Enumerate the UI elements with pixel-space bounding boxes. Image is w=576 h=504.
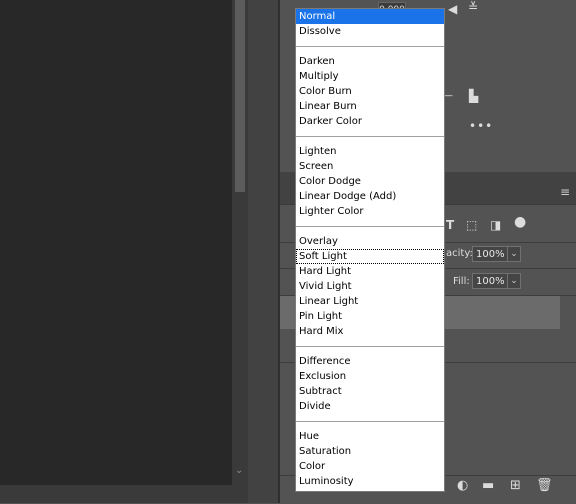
blend-mode-option[interactable]: Soft Light [296,249,444,264]
document-canvas[interactable] [0,0,232,485]
scroll-down-arrow-icon[interactable]: ⌄ [235,466,243,476]
blend-mode-option[interactable]: Darken [296,54,444,69]
filter-toggle-icon[interactable]: ● [514,215,526,229]
blend-mode-option[interactable]: Screen [296,159,444,174]
blend-mode-option[interactable]: Multiply [296,69,444,84]
canvas-vertical-scrollbar[interactable]: ⌄ [232,0,248,485]
fill-label: Fill: [453,276,470,287]
blend-mode-option[interactable]: Linear Dodge (Add) [296,189,444,204]
filter-type-icon[interactable]: T [446,219,454,231]
scrollbar-thumb[interactable] [235,0,245,192]
panel-gutter [248,0,278,503]
opacity-input[interactable]: 100% [472,246,508,262]
blend-mode-separator [296,219,444,234]
blend-mode-option[interactable]: Exclusion [296,369,444,384]
new-layer-icon[interactable]: ⊞ [510,479,521,492]
distribute-vertical-icon[interactable]: ≚ [468,1,478,13]
blend-mode-separator [296,339,444,354]
blend-mode-option[interactable]: Pin Light [296,309,444,324]
opacity-chevron-icon[interactable]: ⌄ [507,246,521,262]
blend-mode-option[interactable]: Lighten [296,144,444,159]
blend-mode-option[interactable]: Saturation [296,444,444,459]
blend-mode-option[interactable]: Divide [296,399,444,414]
align-left-icon[interactable]: ◀ [448,3,457,15]
opacity-label: acity: [446,248,473,259]
blend-mode-option[interactable]: Dissolve [296,24,444,39]
delete-layer-icon[interactable]: 🗑 [536,479,553,492]
blend-mode-option[interactable]: Color Burn [296,84,444,99]
adjustment-layer-icon[interactable]: ◐ [457,479,468,492]
blend-mode-option[interactable]: Overlay [296,234,444,249]
blend-mode-option[interactable]: Vivid Light [296,279,444,294]
blend-mode-option[interactable]: Luminosity [296,474,444,489]
filter-smart-object-icon[interactable]: ◨ [490,219,501,231]
more-options-icon[interactable]: ••• [469,120,493,132]
filter-shape-icon[interactable]: ⬚ [466,219,477,231]
fill-input[interactable]: 100% [472,273,508,289]
blend-mode-option[interactable]: Subtract [296,384,444,399]
align-bottom-icon[interactable]: ▙ [469,90,478,102]
blend-mode-option[interactable]: Linear Burn [296,99,444,114]
blend-mode-option[interactable]: Difference [296,354,444,369]
blend-mode-separator [296,39,444,54]
fill-chevron-icon[interactable]: ⌄ [507,273,521,289]
blend-mode-option[interactable]: Color [296,459,444,474]
blend-mode-option[interactable]: Normal [296,9,444,24]
blend-mode-option[interactable]: Lighter Color [296,204,444,219]
blend-mode-option[interactable]: Darker Color [296,114,444,129]
panel-menu-icon[interactable]: ≡ [560,186,572,198]
blend-mode-separator [296,414,444,429]
new-group-folder-icon[interactable]: ▬ [482,479,494,492]
canvas-bottom-strip [0,485,248,503]
blend-mode-separator [296,129,444,144]
blend-mode-option[interactable]: Hard Mix [296,324,444,339]
blend-mode-dropdown[interactable]: Normal Dissolve Darken Multiply Color Burn Li… [295,8,445,492]
blend-mode-option[interactable]: Color Dodge [296,174,444,189]
blend-mode-option[interactable]: Hue [296,429,444,444]
blend-mode-option[interactable]: Hard Light [296,264,444,279]
blend-mode-option[interactable]: Linear Light [296,294,444,309]
